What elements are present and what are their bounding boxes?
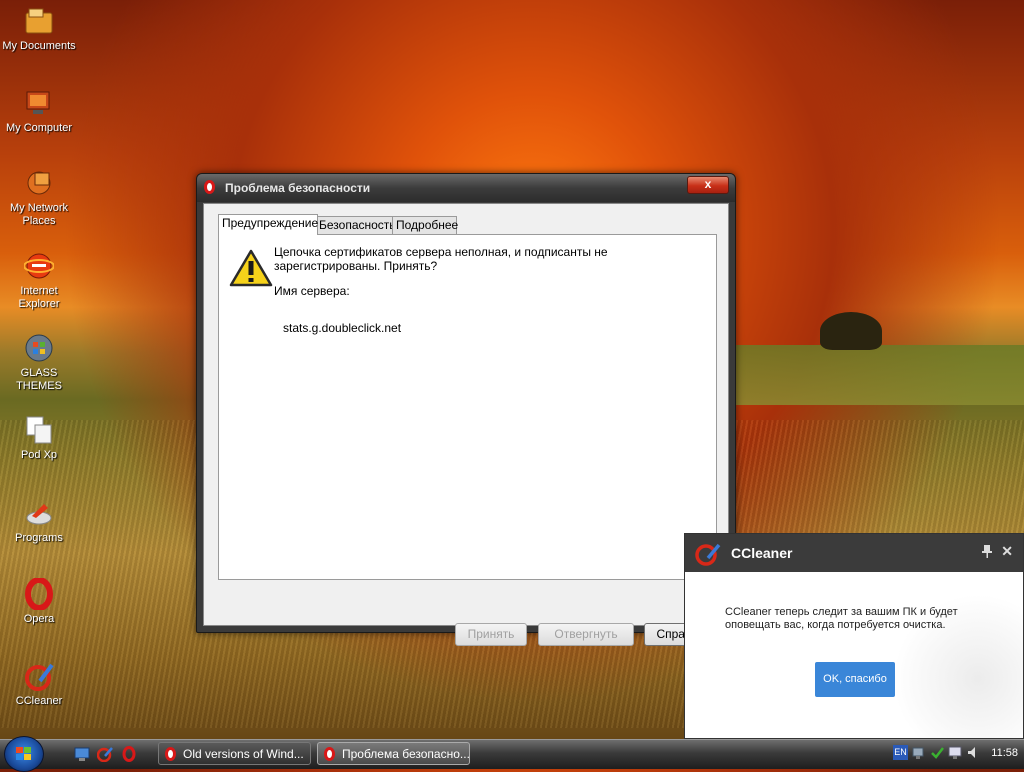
desktop-icon-programs[interactable]: Programs (0, 497, 78, 545)
desktop-icon-internet-explorer[interactable]: Internet Explorer (0, 250, 78, 311)
wallpaper-meadow (730, 345, 1024, 405)
dialog-title: Проблема безопасности (225, 181, 371, 195)
ccleaner-icon (23, 660, 55, 692)
warning-message: Цепочка сертификатов сервера неполная, и… (274, 245, 608, 273)
language-indicator[interactable]: EN (893, 745, 908, 760)
document-icon (23, 414, 55, 446)
desktop-icon-label: Programs (15, 532, 63, 544)
folder-icon (23, 5, 55, 37)
desktop-icon-glass-themes[interactable]: GLASS THEMES (0, 332, 78, 393)
desktop-icon-label: GLASS THEMES (16, 367, 62, 392)
accept-button[interactable]: Принять (455, 623, 527, 646)
network-tray-icon[interactable] (912, 745, 926, 760)
desktop-icon-label: My Computer (5, 122, 73, 134)
show-desktop-icon[interactable] (74, 746, 90, 762)
desktop-icon-opera[interactable]: Opera (0, 578, 78, 626)
opera-icon (324, 747, 335, 761)
warning-icon (229, 249, 273, 290)
dialog-titlebar[interactable]: Проблема безопасности x (197, 174, 735, 202)
clock[interactable]: 11:58 (991, 747, 1018, 759)
dialog-client-area: Предупреждение Безопасность Подробнее Це… (203, 203, 729, 646)
volume-tray-icon[interactable] (966, 745, 980, 760)
taskbar-button-label: Проблема безопасно... (342, 747, 470, 761)
desktop-icon-label: Internet Explorer (18, 285, 60, 310)
close-button[interactable]: x (687, 176, 729, 194)
start-button[interactable] (4, 736, 44, 772)
ccleaner-logo-icon (695, 542, 721, 569)
server-name-label: Имя сервера: (274, 284, 350, 298)
internet-explorer-icon (23, 250, 55, 282)
computer-icon (23, 87, 55, 119)
wallpaper-tree (820, 312, 882, 350)
taskbar-button-security-problem[interactable]: Проблема безопасно... (317, 742, 470, 765)
ccleaner-quicklaunch-icon[interactable] (96, 746, 113, 763)
close-icon[interactable]: ✕ (1001, 543, 1013, 560)
windows-orb-icon (23, 332, 55, 364)
desktop-icon-label: My Network Places (9, 202, 69, 227)
reject-button[interactable]: Отвергнуть (538, 623, 634, 646)
opera-icon (23, 578, 55, 610)
monitor-tray-icon[interactable] (948, 745, 962, 760)
checkmark-tray-icon[interactable] (930, 745, 944, 760)
pin-icon[interactable] (981, 544, 993, 561)
tab-warning[interactable]: Предупреждение (218, 214, 318, 235)
desktop-icon-label: My Documents (2, 40, 76, 52)
ccleaner-header: CCleaner ✕ (685, 534, 1023, 572)
tab-details[interactable]: Подробнее (392, 216, 458, 234)
opera-icon (165, 747, 176, 761)
opera-quicklaunch-icon[interactable] (121, 746, 137, 762)
desktop-icon-label: Opera (23, 613, 55, 625)
tab-security[interactable]: Безопасность (315, 216, 396, 234)
taskbar-button-old-versions[interactable]: Old versions of Wind... (158, 742, 311, 765)
desktop-icon-ccleaner[interactable]: CCleaner (0, 660, 78, 708)
ccleaner-message: CCleaner теперь следит за вашим ПК и буд… (725, 606, 958, 631)
taskbar-button-label: Old versions of Wind... (183, 747, 304, 761)
taskbar: Old versions of Wind... Проблема безопас… (0, 736, 1024, 772)
ccleaner-title: CCleaner (731, 545, 793, 561)
desktop-icon-label: CCleaner (15, 695, 63, 707)
server-name-value: stats.g.doubleclick.net (283, 321, 402, 335)
ccleaner-notification: CCleaner ✕ CCleaner теперь следит за ваш… (684, 533, 1024, 739)
desktop-icon-my-network-places[interactable]: My Network Places (0, 167, 78, 228)
desktop-icon-label: Pod Xp (20, 449, 58, 461)
desktop-icon-pod-xp[interactable]: Pod Xp (0, 414, 78, 462)
opera-icon (204, 180, 215, 197)
warning-panel: Цепочка сертификатов сервера неполная, и… (218, 234, 717, 580)
desktop-icon-my-computer[interactable]: My Computer (0, 87, 78, 135)
network-icon (23, 167, 55, 199)
ok-thanks-button[interactable]: OK, спасибо (815, 662, 895, 697)
security-dialog: Проблема безопасности x Предупреждение Б… (196, 173, 736, 646)
desktop-icon-my-documents[interactable]: My Documents (0, 5, 78, 53)
programs-icon (23, 497, 55, 529)
windows-logo-icon (16, 747, 32, 761)
